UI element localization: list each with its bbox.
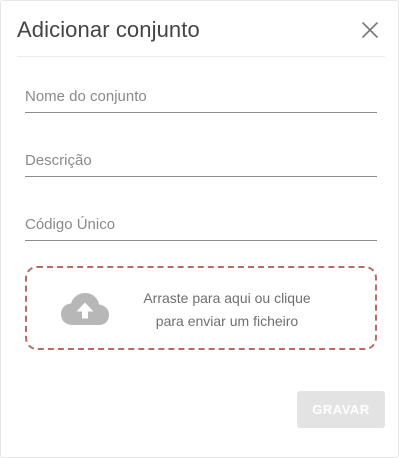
set-name-field [25, 82, 377, 113]
dropzone-text-line1: Arraste para aqui ou clique [143, 290, 311, 306]
cloud-upload-icon [61, 293, 109, 325]
file-dropzone[interactable]: Arraste para aqui ou clique para enviar … [25, 266, 377, 350]
set-name-input[interactable] [25, 82, 377, 110]
add-set-dialog: Adicionar conjunto Arraste para aqui ou … [0, 0, 399, 458]
unique-code-input[interactable] [25, 210, 377, 238]
close-button[interactable] [361, 21, 379, 39]
close-icon [362, 22, 378, 38]
description-field [25, 146, 377, 177]
dialog-title: Adicionar conjunto [17, 17, 200, 42]
dropzone-text: Arraste para aqui ou clique para enviar … [127, 287, 327, 333]
dropzone-text-line2: para enviar um ficheiro [155, 313, 299, 329]
unique-code-field [25, 210, 377, 241]
dialog-header: Adicionar conjunto [17, 1, 385, 57]
save-button[interactable]: GRAVAR [297, 391, 385, 428]
description-input[interactable] [25, 146, 377, 174]
